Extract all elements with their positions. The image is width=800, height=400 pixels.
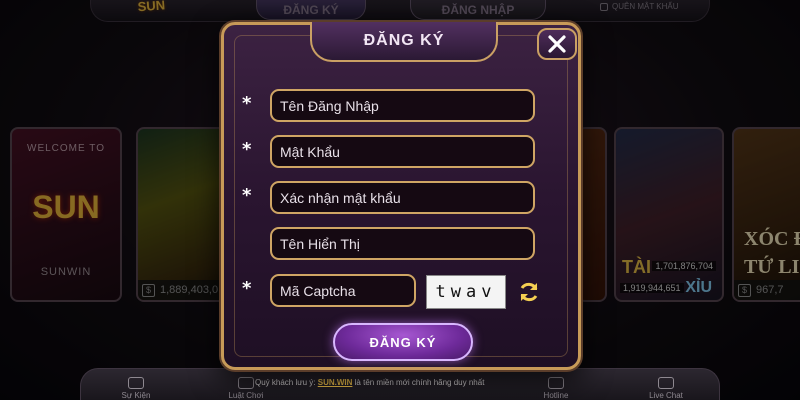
refresh-captcha-icon[interactable] bbox=[517, 280, 541, 304]
required-mark: * bbox=[242, 93, 252, 114]
book-icon bbox=[238, 377, 254, 389]
register-submit-button[interactable]: ĐĂNG KÝ bbox=[333, 323, 473, 361]
notice-domain-link[interactable]: SUN.WIN bbox=[318, 378, 353, 387]
captcha-image: twav bbox=[426, 275, 506, 309]
confirm-password-input[interactable] bbox=[270, 181, 535, 214]
display-name-input[interactable] bbox=[270, 227, 535, 260]
notice-suffix: là tên miền mới chính hãng duy nhất bbox=[354, 378, 485, 387]
bottom-item-label: Sự Kiện bbox=[121, 391, 151, 400]
required-mark: * bbox=[242, 278, 252, 299]
required-mark: * bbox=[242, 185, 252, 206]
close-button[interactable] bbox=[537, 28, 577, 60]
username-input[interactable] bbox=[270, 89, 535, 122]
game-lobby: SUN ĐĂNG KÝ ĐĂNG NHẬP QUÊN MẬT KHẨU WELC… bbox=[0, 0, 800, 400]
close-icon bbox=[548, 35, 566, 53]
bottom-item-label: Live Chat bbox=[649, 391, 683, 400]
bottom-item-livechat[interactable]: Live Chat bbox=[636, 377, 696, 400]
bottom-item-label: Hotline bbox=[543, 391, 569, 400]
notice-prefix: Quý khách lưu ý: bbox=[255, 378, 316, 387]
register-modal: ĐĂNG KÝ * * * * twav ĐĂNG KÝ bbox=[221, 22, 581, 370]
domain-notice: Quý khách lưu ý: SUN.WIN là tên miền mới… bbox=[255, 378, 555, 387]
bottom-item-events[interactable]: Sự Kiện bbox=[106, 377, 166, 400]
bottom-item-label: Luật Chơi bbox=[228, 391, 264, 400]
chat-icon bbox=[658, 377, 674, 389]
megaphone-icon bbox=[128, 377, 144, 389]
captcha-input[interactable] bbox=[270, 274, 416, 307]
required-mark: * bbox=[242, 139, 252, 160]
password-input[interactable] bbox=[270, 135, 535, 168]
modal-title: ĐĂNG KÝ bbox=[310, 22, 498, 62]
